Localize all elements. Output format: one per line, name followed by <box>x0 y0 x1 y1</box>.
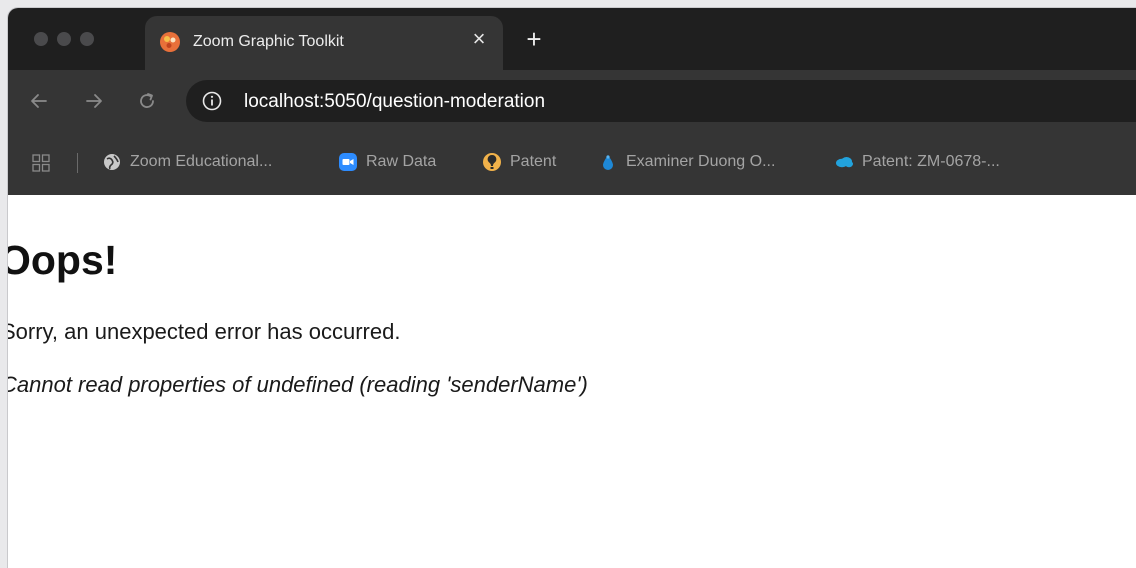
close-tab-icon[interactable]: × <box>469 28 489 50</box>
bookmarks-bar: Zoom Educational... Raw Data Patent Exam… <box>8 132 1136 195</box>
tab-strip: Zoom Graphic Toolkit × + <box>8 8 1136 70</box>
active-tab[interactable]: Zoom Graphic Toolkit × <box>145 16 503 70</box>
bookmark-zoom-educational[interactable]: Zoom Educational... <box>102 152 272 172</box>
window-controls <box>34 32 94 46</box>
forward-arrow-icon[interactable] <box>83 90 105 112</box>
bookmark-label: Patent <box>510 153 557 170</box>
salesforce-cloud-icon <box>836 157 853 168</box>
tab-title: Zoom Graphic Toolkit <box>193 33 344 50</box>
bookmarks-divider <box>77 153 78 173</box>
bookmark-label: Zoom Educational... <box>130 153 273 170</box>
bookmark-label: Examiner Duong O... <box>626 153 776 170</box>
globe-icon <box>104 154 120 170</box>
bookmark-examiner-duong[interactable]: Examiner Duong O... <box>598 152 775 172</box>
browser-window: Zoom Graphic Toolkit × + localhost:5050/… <box>8 8 1136 568</box>
minimize-window-button[interactable] <box>57 32 71 46</box>
maximize-window-button[interactable] <box>80 32 94 46</box>
reload-icon[interactable] <box>136 90 158 112</box>
toolbar: localhost:5050/question-moderation <box>8 70 1136 132</box>
error-detail: Cannot read properties of undefined (rea… <box>8 372 588 397</box>
page-content: Oops! Sorry, an unexpected error has occ… <box>8 195 1136 568</box>
error-heading: Oops! <box>8 237 118 283</box>
zoom-video-icon <box>339 153 357 171</box>
address-bar[interactable]: localhost:5050/question-moderation <box>186 80 1136 122</box>
apps-grid-icon[interactable] <box>32 154 50 172</box>
bookmark-label: Patent: ZM-0678-... <box>862 153 1000 170</box>
bookmark-label: Raw Data <box>366 153 437 170</box>
site-info-icon[interactable] <box>202 91 222 111</box>
new-tab-button[interactable]: + <box>521 26 547 52</box>
bookmark-raw-data[interactable]: Raw Data <box>338 152 436 172</box>
back-arrow-icon[interactable] <box>28 90 50 112</box>
bookmark-patent[interactable]: Patent <box>482 152 556 172</box>
error-message: Sorry, an unexpected error has occurred. <box>8 319 401 344</box>
url-text[interactable]: localhost:5050/question-moderation <box>244 91 545 113</box>
toolkit-favicon-icon <box>160 32 180 52</box>
drop-icon <box>603 155 613 170</box>
close-window-button[interactable] <box>34 32 48 46</box>
bookmark-patent-zm[interactable]: Patent: ZM-0678-... <box>834 152 1000 172</box>
patent-icon <box>483 153 501 171</box>
